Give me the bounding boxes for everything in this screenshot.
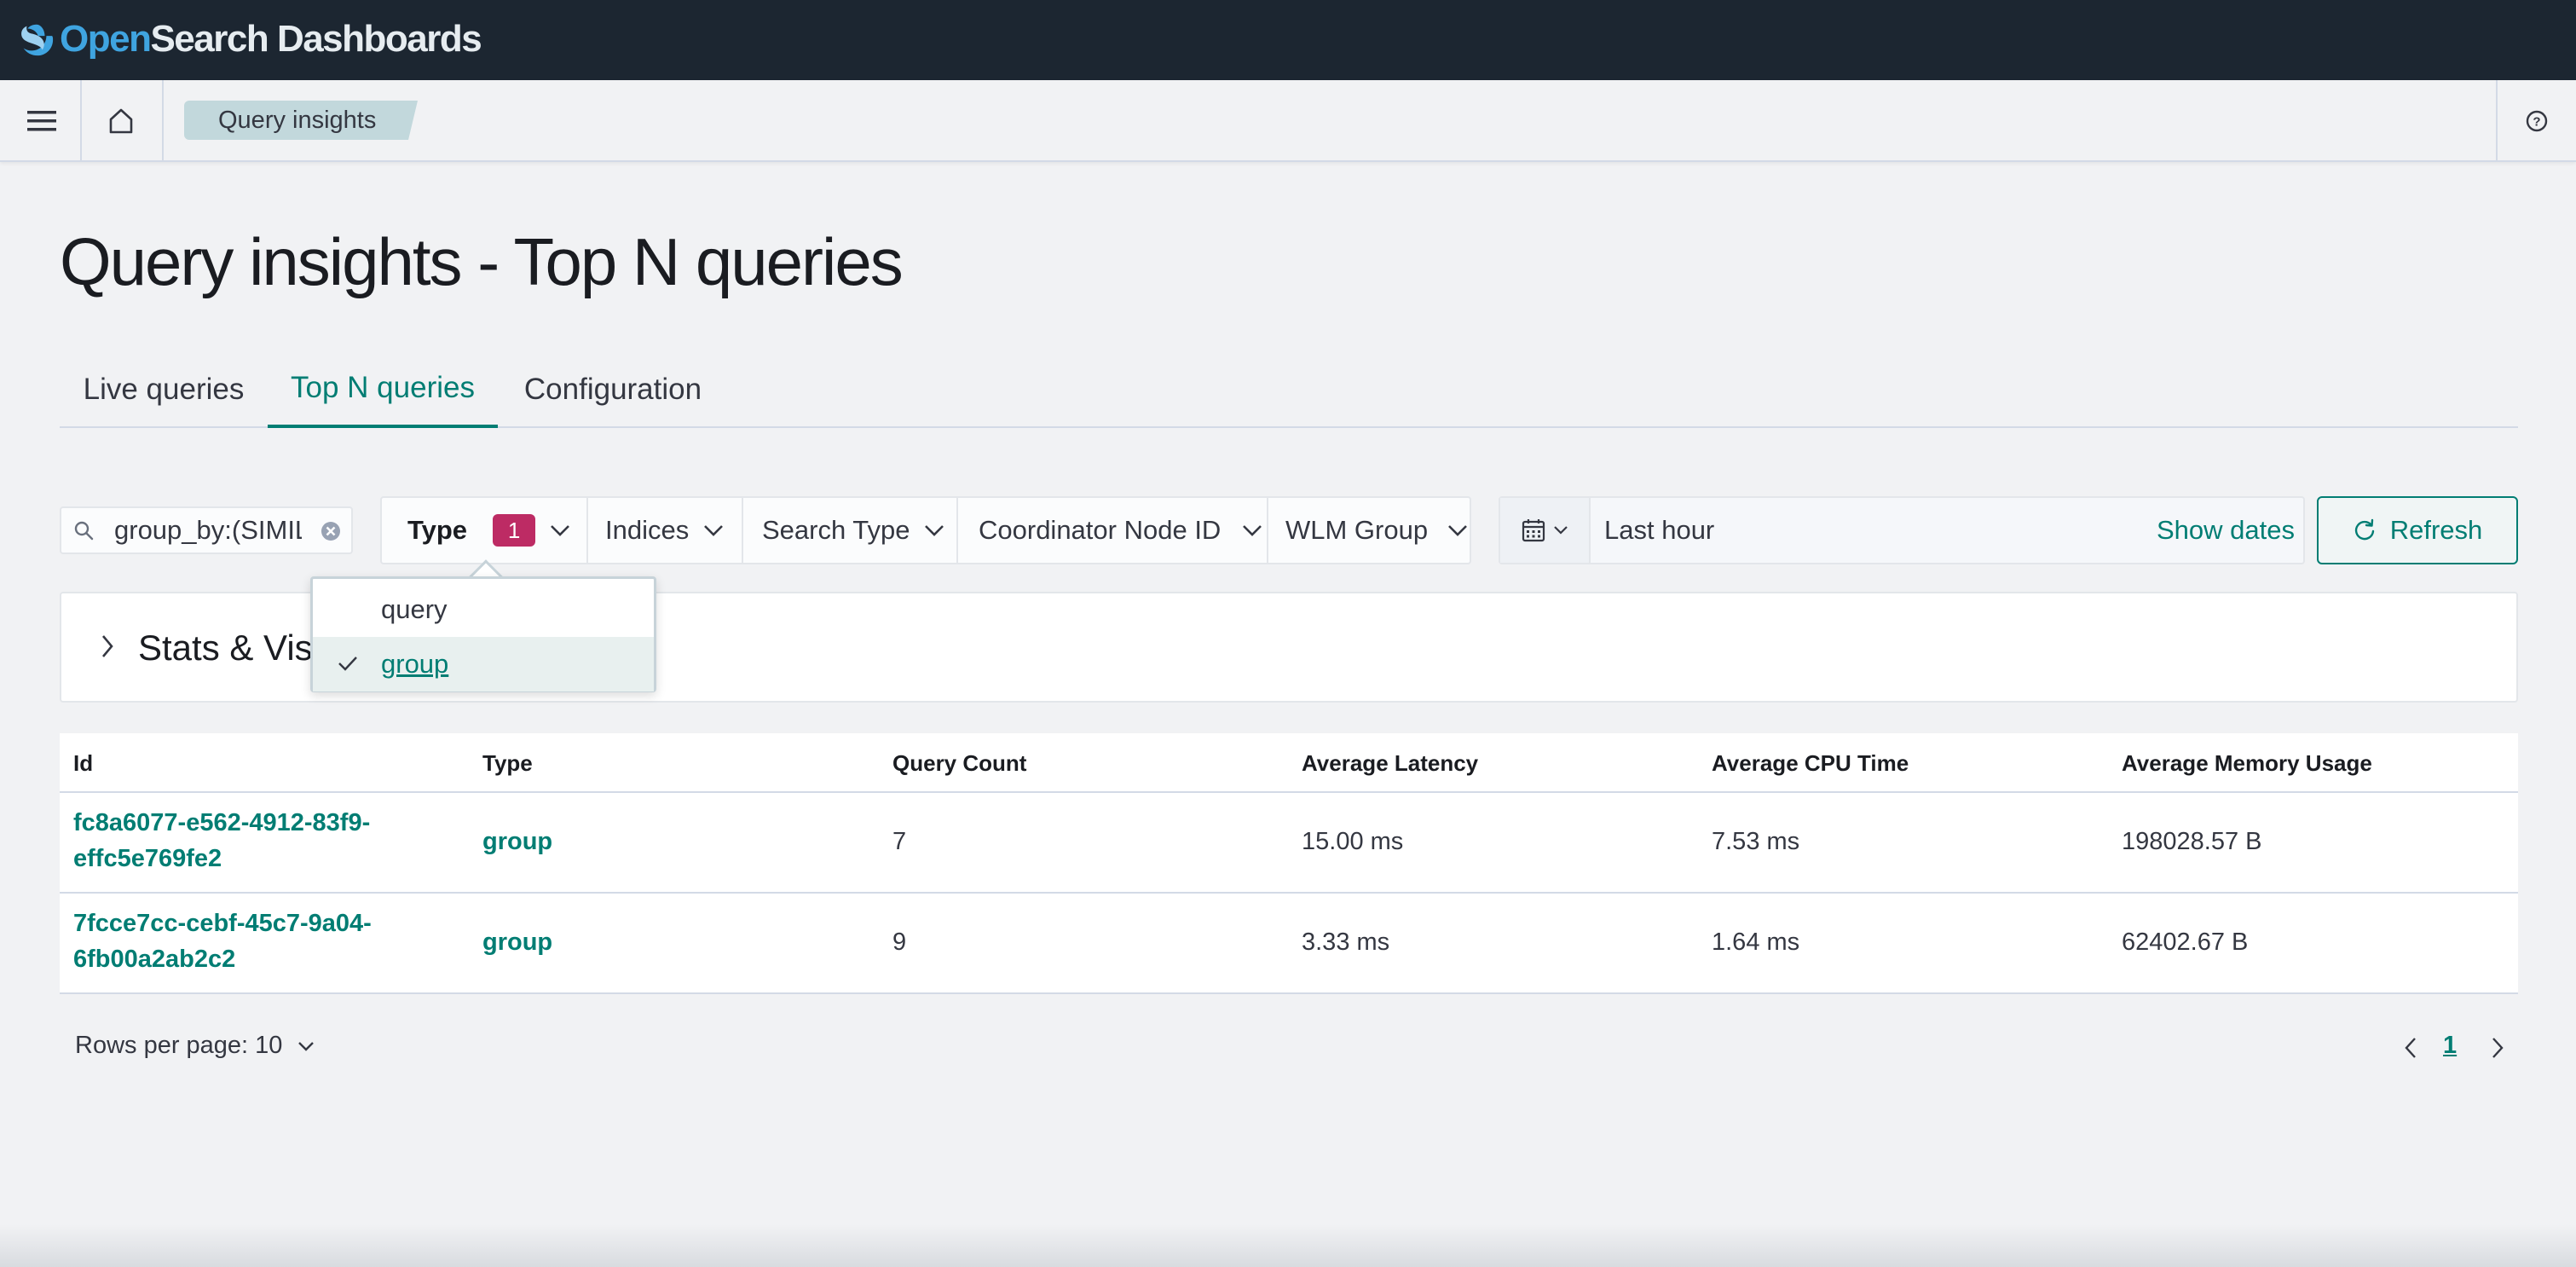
column-header-id[interactable]: Id bbox=[73, 750, 93, 777]
type-filter-button[interactable]: Type 1 bbox=[382, 498, 586, 563]
date-picker: Last hour Show dates bbox=[1499, 496, 2305, 564]
date-range-label[interactable]: Last hour bbox=[1604, 498, 1714, 563]
average-memory-usage-cell: 198028.57 B bbox=[2122, 828, 2262, 855]
type-option-group[interactable]: group bbox=[313, 637, 654, 691]
home-icon[interactable] bbox=[101, 101, 142, 142]
chevron-down-icon bbox=[298, 1041, 315, 1051]
rows-per-page-button[interactable]: Rows per page: 10 bbox=[75, 1032, 315, 1060]
filter-group: Type 1 Indices Search Type Coordinator N… bbox=[380, 496, 1471, 564]
query-count-cell: 7 bbox=[892, 828, 907, 855]
search-input[interactable]: group_by:(SIMIL bbox=[60, 506, 353, 554]
refresh-button-label: Refresh bbox=[2389, 515, 2483, 545]
quick-select-button[interactable] bbox=[1500, 498, 1589, 563]
top-queries-table: Id Type Query Count Average Latency Aver… bbox=[60, 733, 2518, 994]
type-option-query[interactable]: query bbox=[313, 582, 654, 637]
bottom-shadow bbox=[0, 1224, 2576, 1267]
page-title: Query insights - Top N queries bbox=[60, 224, 904, 299]
table-divider bbox=[60, 992, 2518, 994]
coordinator-node-filter-label: Coordinator Node ID bbox=[979, 515, 1222, 545]
type-option-label: group bbox=[381, 649, 449, 679]
nav-divider bbox=[80, 80, 82, 160]
chevron-down-icon bbox=[925, 525, 944, 536]
tabs-bar: Live queries Top N queries Configuration bbox=[60, 351, 2518, 428]
wlm-group-filter-button[interactable]: WLM Group bbox=[1268, 498, 1470, 563]
average-cpu-time-cell: 1.64 ms bbox=[1712, 929, 1800, 956]
indices-filter-button[interactable]: Indices bbox=[588, 498, 742, 563]
menu-icon[interactable] bbox=[19, 102, 65, 140]
type-filter-popover: query group bbox=[310, 576, 656, 692]
breadcrumb-query-insights[interactable]: Query insights bbox=[184, 101, 418, 140]
query-type-link[interactable]: group bbox=[482, 924, 552, 960]
tab-configuration[interactable]: Configuration bbox=[498, 351, 728, 428]
nav-divider bbox=[2496, 80, 2498, 160]
breadcrumb-bar: Query insights ? bbox=[0, 80, 2576, 162]
query-type-link[interactable]: group bbox=[482, 824, 552, 859]
nav-divider bbox=[162, 80, 164, 160]
query-id-link[interactable]: 7fcce7cc-cebf-45c7-9a04-6fb00a2ab2c2 bbox=[73, 905, 431, 977]
chevron-down-icon bbox=[1448, 525, 1468, 536]
table-divider bbox=[60, 892, 2518, 894]
average-latency-cell: 15.00 ms bbox=[1302, 828, 1404, 855]
average-cpu-time-cell: 7.53 ms bbox=[1712, 828, 1800, 855]
tab-top-n-queries[interactable]: Top N queries bbox=[268, 351, 498, 428]
chevron-down-icon bbox=[1243, 525, 1262, 536]
logo-text-open: Open bbox=[60, 18, 152, 60]
indices-filter-label: Indices bbox=[605, 515, 690, 545]
type-filter-count-badge: 1 bbox=[493, 514, 536, 547]
date-picker-divider bbox=[1589, 498, 1591, 563]
opensearch-logo[interactable]: OpenSearch Dashboards bbox=[15, 12, 482, 67]
query-id-link[interactable]: fc8a6077-e562-4912-83f9-effc5e769fe2 bbox=[73, 805, 431, 876]
rows-per-page-label: Rows per page: 10 bbox=[75, 1032, 283, 1059]
query-count-cell: 9 bbox=[892, 929, 907, 956]
column-header-type[interactable]: Type bbox=[482, 750, 533, 777]
chevron-down-icon bbox=[551, 525, 569, 536]
column-header-average-cpu-time[interactable]: Average CPU Time bbox=[1712, 750, 1909, 777]
type-filter-label: Type bbox=[407, 515, 468, 545]
help-icon[interactable]: ? bbox=[2520, 104, 2554, 138]
previous-page-icon[interactable] bbox=[2402, 1035, 2419, 1061]
calendar-icon bbox=[1522, 519, 1545, 542]
refresh-icon bbox=[2354, 518, 2374, 541]
wlm-group-filter-label: WLM Group bbox=[1285, 515, 1429, 545]
show-dates-link[interactable]: Show dates bbox=[2157, 498, 2295, 563]
search-input-value: group_by:(SIMIL bbox=[114, 515, 302, 545]
logo-text-rest: Search Dashboards bbox=[150, 18, 482, 60]
type-option-label: query bbox=[381, 594, 448, 624]
chevron-down-icon bbox=[1554, 526, 1568, 535]
refresh-button[interactable]: Refresh bbox=[2317, 496, 2518, 564]
top-header: OpenSearch Dashboards bbox=[0, 0, 2576, 80]
column-header-query-count[interactable]: Query Count bbox=[892, 750, 1026, 777]
chevron-right-icon[interactable] bbox=[99, 633, 116, 660]
table-divider bbox=[60, 791, 2518, 793]
search-icon bbox=[74, 521, 94, 541]
tab-live-queries[interactable]: Live queries bbox=[60, 351, 268, 428]
opensearch-logo-icon bbox=[21, 24, 54, 56]
search-type-filter-button[interactable]: Search Type bbox=[743, 498, 956, 563]
chevron-down-icon bbox=[704, 525, 724, 536]
next-page-icon[interactable] bbox=[2489, 1035, 2506, 1061]
clear-search-icon[interactable] bbox=[319, 519, 343, 543]
column-header-average-latency[interactable]: Average Latency bbox=[1302, 750, 1478, 777]
svg-text:?: ? bbox=[2533, 115, 2540, 130]
average-memory-usage-cell: 62402.67 B bbox=[2122, 929, 2249, 956]
checkmark-icon bbox=[338, 657, 357, 671]
coordinator-node-filter-button[interactable]: Coordinator Node ID bbox=[958, 498, 1267, 563]
column-header-average-memory-usage[interactable]: Average Memory Usage bbox=[2122, 750, 2372, 777]
search-type-filter-label: Search Type bbox=[762, 515, 910, 545]
page-number-1[interactable]: 1 bbox=[2443, 1032, 2457, 1060]
average-latency-cell: 3.33 ms bbox=[1302, 929, 1390, 956]
